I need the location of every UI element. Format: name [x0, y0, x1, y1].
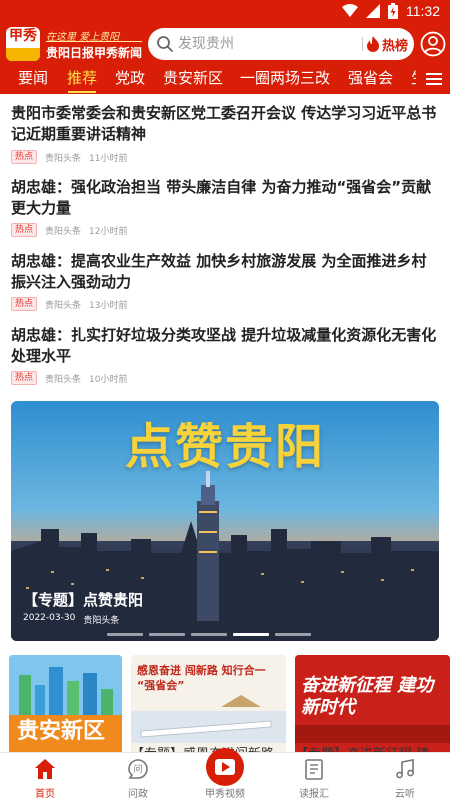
news-item[interactable]: 贵阳市委常委会和贵安新区党工委召开会议 传达学习习近平总书记近期重要讲话精神 热… — [11, 103, 441, 164]
hot-badge: 热点 — [11, 297, 38, 311]
news-title: 胡忠雄：强化政治担当 带头廉洁自律 为奋力推动“强省会”贡献更大力量 — [11, 178, 432, 217]
search-input[interactable] — [178, 34, 358, 54]
feature-banner[interactable]: 点赞贵阳 【专题】点赞贵阳 2022-03-30 贵阳头条 — [11, 401, 439, 641]
news-source: 贵阳头条 — [45, 226, 82, 237]
tab-yaowen[interactable]: 要闻 — [18, 67, 48, 88]
user-profile-icon[interactable] — [420, 31, 446, 57]
topic-card-ganen[interactable]: 感恩奋进 闯新路 知行合一 “强省会” 【专题】感恩奋进闯新路 — [131, 655, 286, 755]
topic-card-fenjin[interactable]: 奋进新征程 建功新时代 【专题】奋进新征程 建 — [295, 655, 450, 755]
news-title: 胡忠雄：扎实打好垃圾分类攻坚战 提升垃圾减量化资源化无害化处理水平 — [11, 326, 437, 365]
banner-meta: 2022-03-30 贵阳头条 — [23, 613, 119, 626]
home-icon — [35, 759, 55, 779]
banner-caption: 【专题】点赞贵阳 — [23, 591, 144, 609]
nav-label: 甲秀视频 — [205, 789, 245, 800]
hot-list-label: 热榜 — [382, 38, 409, 54]
banner-source: 贵阳头条 — [83, 616, 120, 626]
app-header: 甲秀 在这里 爱上贵阳 贵阳日报甲秀新闻 热榜 — [0, 24, 450, 64]
tab-qiangshenghui[interactable]: 强省会 — [348, 67, 393, 88]
bottom-nav: 首页 问 问政 甲秀视频 读报汇 云听 — [0, 748, 450, 800]
topic-card-guian[interactable]: 贵安新区 — [9, 655, 122, 755]
logo-char: 甲秀 — [9, 28, 37, 44]
search-divider — [362, 37, 363, 51]
news-title: 贵阳市委常委会和贵安新区党工委召开会议 传达学习习近平总书记近期重要讲话精神 — [11, 104, 437, 143]
banner-headline-art: 点赞贵阳 — [124, 419, 325, 475]
news-source: 贵阳头条 — [45, 153, 82, 164]
search-bar[interactable]: 热榜 — [148, 28, 414, 60]
logo-divider — [46, 41, 142, 42]
ganen-card-text: 感恩奋进 闯新路 知行合一 “强省会” — [137, 664, 266, 692]
nav-label: 问政 — [128, 789, 148, 800]
news-item[interactable]: 胡忠雄：提高农业生产效益 加快乡村旅游发展 为全面推进乡村振兴注入强劲动力 热点… — [11, 251, 441, 311]
channel-tabs: 要闻 推荐 党政 贵安新区 一圈两场三改 强省会 生 — [0, 64, 450, 94]
hot-badge: 热点 — [11, 150, 38, 164]
nav-home[interactable]: 首页 — [10, 753, 80, 800]
active-tab-indicator — [68, 91, 96, 93]
battery-icon — [388, 3, 398, 19]
search-icon — [157, 36, 173, 52]
flame-icon — [367, 36, 379, 52]
nav-label: 首页 — [35, 789, 55, 800]
nav-dubaohui[interactable]: 读报汇 — [279, 753, 349, 800]
logo-badge: 甲秀 — [6, 27, 40, 61]
tab-dangzheng[interactable]: 党政 — [115, 67, 145, 88]
news-meta: 热点 贵阳头条 13小时前 — [11, 297, 127, 311]
video-play-icon — [206, 748, 244, 786]
newspaper-icon — [305, 759, 323, 780]
nav-video[interactable]: 甲秀视频 — [190, 748, 260, 800]
hot-badge: 热点 — [11, 371, 38, 385]
app-logo[interactable]: 甲秀 在这里 爱上贵阳 贵阳日报甲秀新闻 — [6, 27, 142, 61]
carousel-indicator — [107, 633, 311, 636]
nav-wenzheng[interactable]: 问 问政 — [103, 753, 173, 800]
tab-yiquan-liangchang-sangai[interactable]: 一圈两场三改 — [240, 67, 330, 88]
nav-label: 读报汇 — [299, 789, 329, 800]
news-time: 13小时前 — [89, 300, 128, 311]
guian-card-text: 贵安新区 — [17, 719, 106, 744]
status-bar: 11:32 — [0, 0, 450, 24]
tab-tuijian[interactable]: 推荐 — [67, 67, 97, 88]
logo-badge-base — [6, 48, 40, 61]
status-icons: 11:32 — [342, 3, 440, 19]
nav-label: 云听 — [395, 789, 415, 800]
music-icon — [396, 759, 414, 779]
news-source: 贵阳头条 — [45, 374, 82, 385]
hot-list-button[interactable]: 热榜 — [366, 33, 408, 55]
news-item[interactable]: 胡忠雄：强化政治担当 带头廉洁自律 为奋力推动“强省会”贡献更大力量 热点 贵阳… — [11, 177, 441, 237]
hot-badge: 热点 — [11, 223, 38, 237]
signal-icon — [366, 4, 380, 18]
news-time: 10小时前 — [89, 374, 128, 385]
channel-menu-button[interactable] — [416, 64, 450, 94]
news-meta: 热点 贵阳头条 11小时前 — [11, 150, 127, 164]
tab-guian-xinqu[interactable]: 贵安新区 — [163, 67, 223, 88]
topic-cards: 贵安新区 感恩奋进 闯新路 知行合一 “强省会” 【专题】感恩奋进闯新路 奋进新… — [0, 655, 450, 755]
news-time: 12小时前 — [89, 226, 128, 237]
news-meta: 热点 贵阳头条 12小时前 — [11, 223, 127, 237]
wifi-icon — [342, 4, 358, 17]
status-time: 11:32 — [406, 3, 440, 19]
svg-text:问: 问 — [133, 763, 142, 775]
chat-icon: 问 — [128, 759, 148, 779]
logo-name: 贵阳日报甲秀新闻 — [46, 46, 143, 60]
nav-yunting[interactable]: 云听 — [370, 753, 440, 800]
news-meta: 热点 贵阳头条 10小时前 — [11, 371, 127, 385]
news-item[interactable]: 胡忠雄：扎实打好垃圾分类攻坚战 提升垃圾减量化资源化无害化处理水平 热点 贵阳头… — [11, 325, 441, 385]
banner-date: 2022-03-30 — [23, 613, 76, 623]
news-source: 贵阳头条 — [45, 300, 82, 311]
news-time: 11小时前 — [89, 153, 128, 164]
fenjin-card-text: 奋进新征程 建功新时代 — [301, 675, 434, 718]
news-title: 胡忠雄：提高农业生产效益 加快乡村旅游发展 为全面推进乡村振兴注入强劲动力 — [11, 252, 427, 291]
